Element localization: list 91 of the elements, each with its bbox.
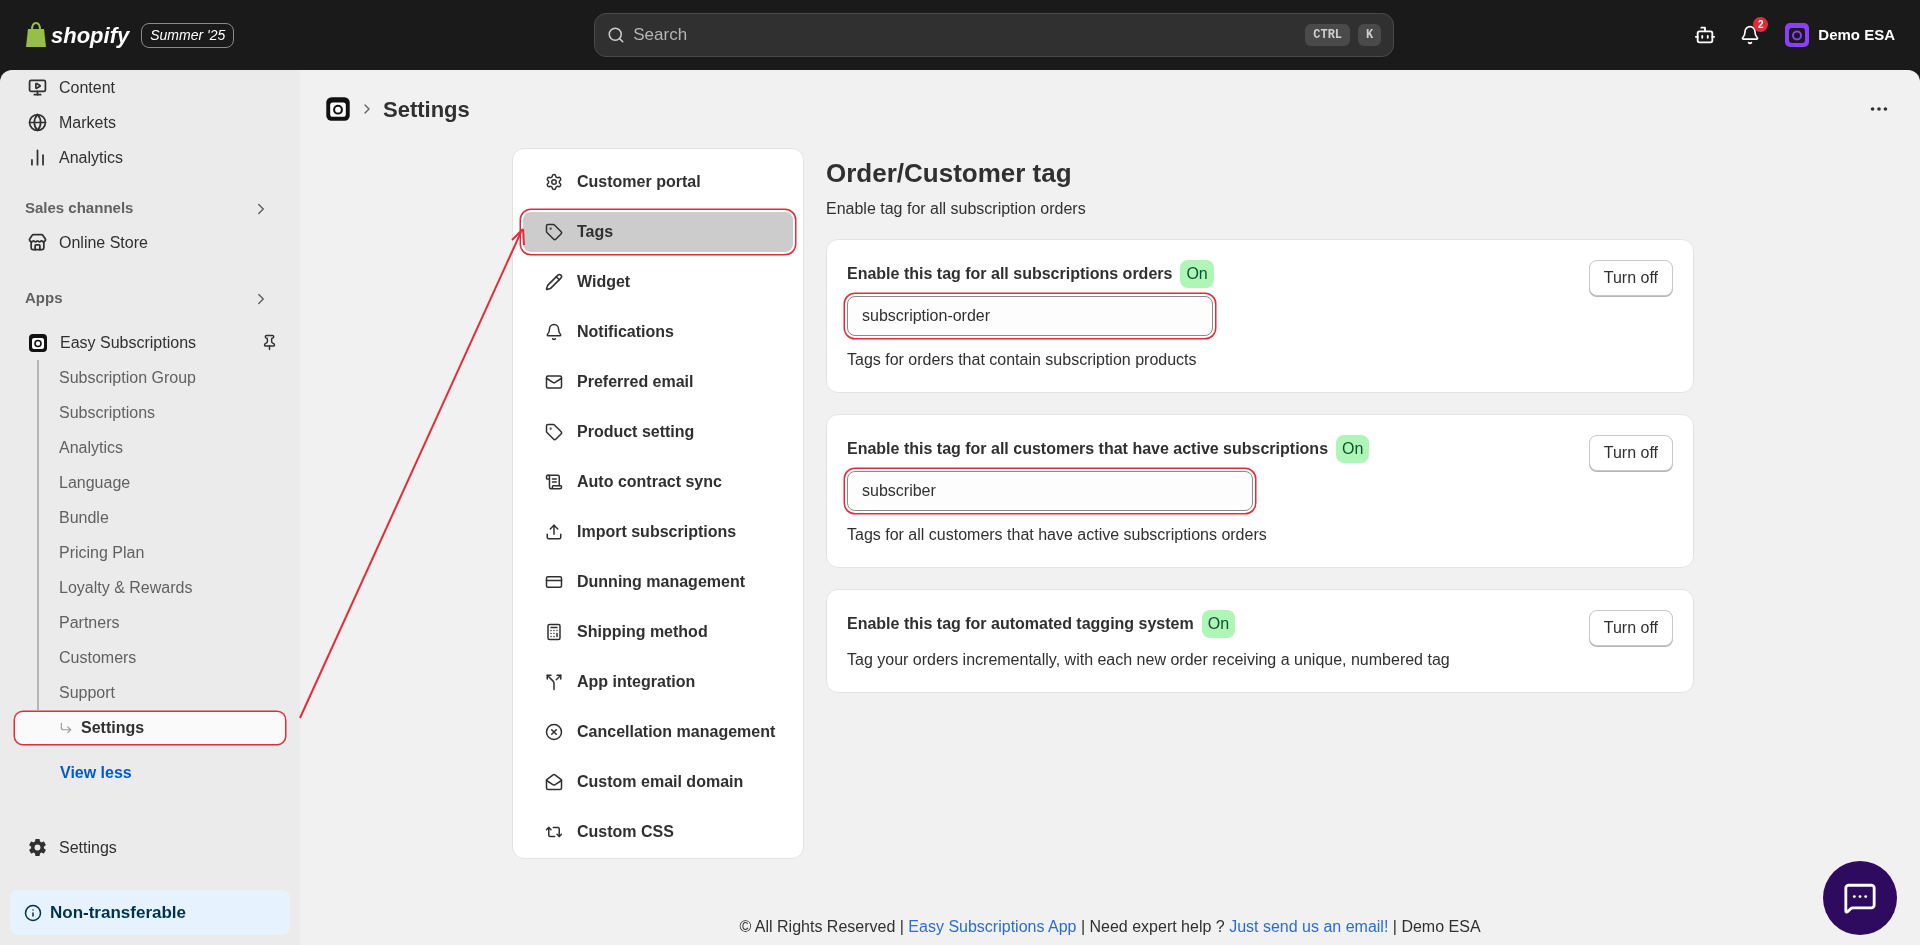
sidebar-item[interactable]: Easy Subscriptions <box>60 330 197 355</box>
status-badge: On <box>1180 260 1214 288</box>
settings-icon <box>28 838 47 857</box>
section-title: Apps <box>25 288 63 309</box>
setting-label: Enable this tag for automated tagging system <box>847 614 1194 634</box>
monitor-icon <box>28 78 47 97</box>
sidebar-item[interactable]: Customers <box>15 641 285 674</box>
settings-menu-item[interactable]: Dunning management <box>523 562 793 602</box>
status-badge: On <box>1201 610 1236 638</box>
plan-label: Non-transferable <box>50 901 187 924</box>
search-field[interactable]: Search <box>633 22 1298 48</box>
upload-icon <box>545 523 563 541</box>
info-icon <box>24 903 42 922</box>
pin-icon[interactable] <box>261 334 278 351</box>
sidebar-item[interactable]: Subscription Group <box>15 361 285 394</box>
sidebar-item[interactable]: Language <box>15 466 285 499</box>
settings-menu-item[interactable]: Tags <box>523 212 793 252</box>
calculator-icon <box>545 623 563 641</box>
page-title: Settings <box>383 95 470 124</box>
split-arrow-icon <box>545 673 563 691</box>
sidebar-item[interactable]: Markets <box>59 110 116 135</box>
settings-menu-item[interactable]: Auto contract sync <box>523 462 793 502</box>
pencil-icon <box>545 273 563 291</box>
settings-menu-item[interactable]: Custom CSS <box>523 812 793 852</box>
footer-link[interactable]: Just send us an email! <box>1229 918 1389 935</box>
turn-off-button[interactable]: Turn off <box>1588 260 1673 296</box>
search-bar[interactable]: Search CTRL K <box>594 13 1395 57</box>
sidebar-item[interactable]: Online Store <box>59 230 148 255</box>
store-logo-icon <box>1784 22 1811 48</box>
settings-menu-item[interactable]: Import subscriptions <box>523 512 793 552</box>
circle-x-icon <box>545 723 563 741</box>
bar-chart-icon <box>28 148 47 167</box>
store-icon <box>28 233 47 252</box>
shopping-bag-icon <box>25 22 47 48</box>
sidebar-item[interactable]: Content <box>59 75 116 100</box>
setting-label: Enable this tag for all subscriptions orders <box>847 264 1173 284</box>
sidebar-item[interactable]: Settings <box>15 711 285 744</box>
notification-count: 2 <box>1753 17 1769 32</box>
turn-off-button[interactable]: Turn off <box>1588 610 1673 646</box>
sidebar-item[interactable]: Subscriptions <box>15 396 285 429</box>
app-logo-icon <box>325 96 351 122</box>
app-logo-icon <box>28 332 48 353</box>
settings-menu-item[interactable]: Product setting <box>523 412 793 452</box>
corner-arrow-icon <box>59 720 73 735</box>
tag-input-field[interactable]: subscription-order <box>847 296 1213 336</box>
settings-menu-item[interactable]: App integration <box>523 662 793 702</box>
turn-off-button[interactable]: Turn off <box>1588 435 1673 471</box>
section-heading: Order/Customer tag <box>826 157 1073 190</box>
shortcut-key: K <box>1358 24 1382 46</box>
open-envelope-icon <box>545 773 563 791</box>
settings-menu-item[interactable]: Customer portal <box>523 162 793 202</box>
settings-menu-item[interactable]: Custom email domain <box>523 762 793 802</box>
footer-link[interactable]: Easy Subscriptions App <box>908 918 1077 935</box>
tag-icon <box>545 423 563 441</box>
mail-icon <box>545 373 563 391</box>
store-name[interactable]: Demo ESA <box>1818 23 1895 47</box>
credit-card-icon <box>545 573 563 591</box>
setting-help-text: Tags for orders that contain subscription products <box>847 350 1198 370</box>
edition-badge: Summer '25 <box>141 22 235 48</box>
setting-help-text: Tag your orders incrementally, with each new order receiving a unique, numbered tag <box>847 650 1450 670</box>
bell-icon <box>545 323 563 341</box>
robot-icon[interactable] <box>1694 24 1717 46</box>
sidebar-item[interactable]: Bundle <box>15 501 285 534</box>
globe-icon <box>28 113 47 132</box>
sidebar-item[interactable]: Settings <box>59 835 117 860</box>
setting-label: Enable this tag for all customers that have active subscriptions <box>847 439 1329 459</box>
shortcut-key: CTRL <box>1305 24 1351 46</box>
chat-icon <box>1843 881 1877 915</box>
section-subtitle: Enable tag for all subscription orders <box>826 199 1087 219</box>
settings-icon <box>545 173 563 191</box>
settings-menu-item[interactable]: Cancellation management <box>523 712 793 752</box>
settings-menu-item[interactable]: Shipping method <box>523 612 793 652</box>
sidebar-item[interactable]: Support <box>15 676 285 709</box>
sidebar-item[interactable]: Pricing Plan <box>15 536 285 569</box>
footer-text: © All Rights Reserved | Easy Subscriptions App | Need expert help ? Just send us an email! | Demo ESA <box>738 917 1482 937</box>
setting-help-text: Tags for all customers that have active subscriptions orders <box>847 525 1268 545</box>
scroll-icon <box>545 473 563 491</box>
sidebar-item[interactable]: Partners <box>15 606 285 639</box>
sidebar-item[interactable]: Analytics <box>15 431 285 464</box>
brand-name: shopify <box>51 21 130 50</box>
view-less-link[interactable]: View less <box>60 760 132 785</box>
sidebar-item[interactable]: Loyalty & Rewards <box>15 571 285 604</box>
section-title: Sales channels <box>25 198 134 219</box>
sidebar-item[interactable]: Analytics <box>59 145 124 170</box>
tag-icon <box>545 223 563 241</box>
status-badge: On <box>1336 435 1370 463</box>
settings-menu-item[interactable]: Preferred email <box>523 362 793 402</box>
search-icon <box>607 26 626 44</box>
settings-menu-item[interactable]: Notifications <box>523 312 793 352</box>
tag-input-field[interactable]: subscriber <box>847 471 1253 511</box>
settings-menu-item[interactable]: Widget <box>523 262 793 302</box>
